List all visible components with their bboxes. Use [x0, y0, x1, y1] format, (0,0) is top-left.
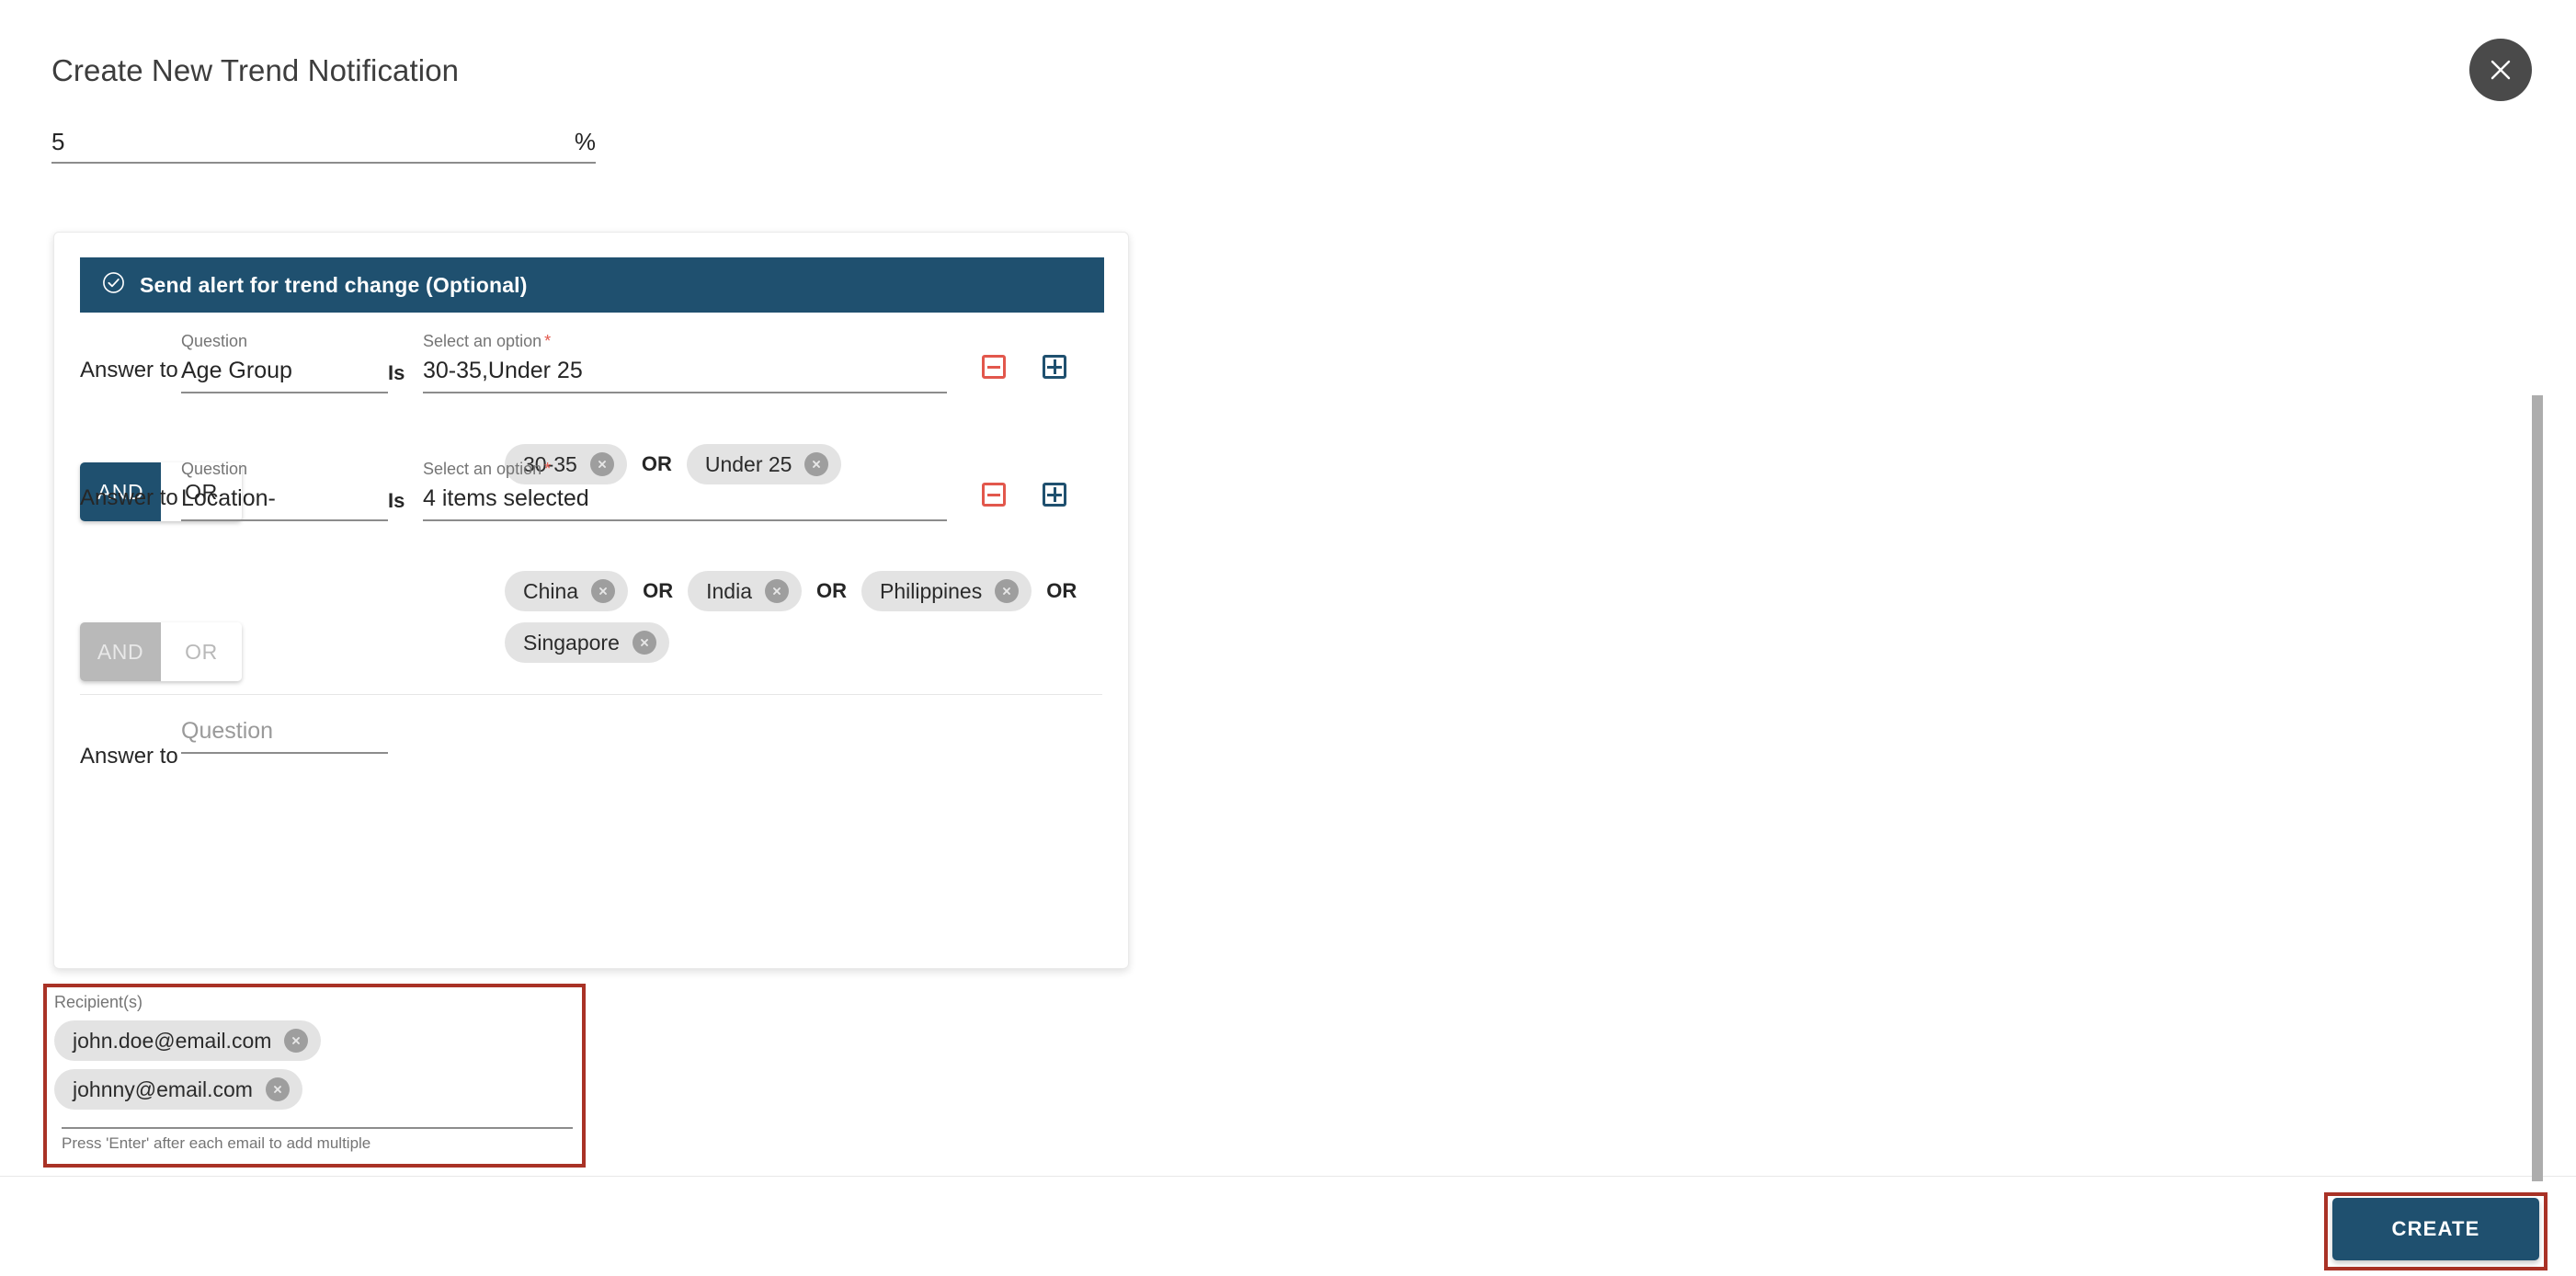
create-trend-notification-dialog: Create New Trend Notification 5 % Send a… [0, 0, 2576, 1276]
recipients-highlight-box: Recipient(s) john.doe@email.com johnny@e… [43, 984, 586, 1168]
required-asterisk: * [544, 332, 552, 350]
recipients-help-text: Press 'Enter' after each email to add mu… [62, 1134, 371, 1152]
condition-row: Answer to Question Location- Is Select a… [54, 460, 1128, 521]
add-condition-button[interactable] [1043, 355, 1066, 379]
threshold-field[interactable]: 5 % [51, 129, 596, 164]
selected-options-chips: China OR India OR Philippines OR Singapo… [505, 571, 1093, 663]
answer-to-label: Answer to [80, 485, 178, 510]
chip-remove-icon[interactable] [284, 1029, 309, 1053]
answer-to-label: Answer to [80, 744, 178, 769]
chip-label: Philippines [879, 578, 983, 603]
is-operator-label: Is [388, 361, 405, 384]
chip-remove-icon[interactable] [632, 631, 656, 655]
option-field-label: Select an option * [423, 332, 552, 350]
chip[interactable]: India [688, 571, 802, 611]
alert-conditions-card: Send alert for trend change (Optional) A… [53, 232, 1129, 969]
chip-label: India [706, 578, 752, 603]
recipient-chip[interactable]: john.doe@email.com [54, 1020, 322, 1061]
close-button[interactable] [2469, 39, 2532, 101]
condition-row-actions [947, 332, 1066, 379]
question-field[interactable]: Question Location- [181, 460, 388, 521]
close-icon [2485, 54, 2516, 85]
check-circle-icon [102, 271, 125, 299]
answer-to-label: Answer to [80, 358, 178, 382]
recipients-field[interactable]: Recipient(s) john.doe@email.com johnny@e… [54, 993, 575, 1158]
option-field-value[interactable]: 4 items selected [423, 485, 947, 521]
option-field[interactable]: Select an option * 30-35,Under 25 [423, 332, 947, 393]
or-separator: OR [815, 579, 847, 602]
page-title: Create New Trend Notification [51, 53, 460, 87]
question-field-value[interactable]: Age Group [181, 358, 388, 393]
option-field-value[interactable]: 30-35,Under 25 [423, 358, 947, 393]
section-divider [80, 694, 1102, 695]
logic-and-option: AND [80, 622, 161, 681]
plus-square-icon [1047, 359, 1062, 374]
question-field-placeholder[interactable]: Question [181, 718, 388, 754]
plus-square-icon [1047, 487, 1062, 502]
question-field-label: Question [181, 460, 248, 478]
minus-square-icon [987, 493, 1000, 496]
chip[interactable]: China [505, 571, 629, 611]
condition-row: Answer to Question Age Group Is Select a… [54, 332, 1128, 393]
recipient-chip-label: john.doe@email.com [73, 1028, 272, 1053]
chip[interactable]: Philippines [861, 571, 1032, 611]
recipient-chip-label: johnny@email.com [73, 1077, 253, 1101]
required-asterisk: * [544, 460, 552, 478]
is-operator-label: Is [388, 489, 405, 512]
recipients-underline [62, 1127, 573, 1129]
chip-remove-icon[interactable] [995, 579, 1020, 603]
threshold-input-value[interactable]: 5 [51, 129, 64, 155]
or-separator: OR [643, 579, 674, 602]
chip-label: Singapore [523, 630, 620, 655]
recipient-chip-list: john.doe@email.com johnny@email.com [54, 1020, 575, 1110]
logic-or-option: OR [161, 622, 242, 681]
chip[interactable]: Singapore [505, 622, 669, 663]
question-field-value[interactable]: Location- [181, 485, 388, 521]
minus-square-icon [987, 365, 1000, 369]
option-field-label: Select an option * [423, 460, 552, 478]
remove-condition-button[interactable] [982, 483, 1006, 507]
recipient-chip[interactable]: johnny@email.com [54, 1069, 302, 1110]
remove-condition-button[interactable] [982, 355, 1006, 379]
logic-operator-toggle-disabled: AND OR [80, 622, 242, 681]
option-field[interactable]: Select an option * 4 items selected [423, 460, 947, 521]
alert-section-banner[interactable]: Send alert for trend change (Optional) [80, 257, 1104, 313]
or-separator: OR [1046, 579, 1077, 602]
chip-remove-icon[interactable] [265, 1077, 290, 1101]
question-field[interactable]: Question [181, 718, 388, 754]
chip-remove-icon[interactable] [764, 579, 789, 603]
condition-row-actions [947, 460, 1066, 507]
question-field[interactable]: Question Age Group [181, 332, 388, 393]
chip-label: China [523, 578, 579, 603]
recipients-label: Recipient(s) [54, 993, 143, 1011]
footer-divider [0, 1176, 2576, 1177]
threshold-unit-label: % [574, 128, 596, 155]
scrollbar-thumb[interactable] [2532, 395, 2543, 1181]
chip-remove-icon[interactable] [591, 579, 616, 603]
alert-section-banner-label: Send alert for trend change (Optional) [140, 272, 528, 297]
add-condition-button[interactable] [1043, 483, 1066, 507]
create-button[interactable]: CREATE [2332, 1198, 2539, 1260]
condition-row-empty: Answer to Question [54, 718, 1128, 769]
question-field-label: Question [181, 332, 248, 350]
